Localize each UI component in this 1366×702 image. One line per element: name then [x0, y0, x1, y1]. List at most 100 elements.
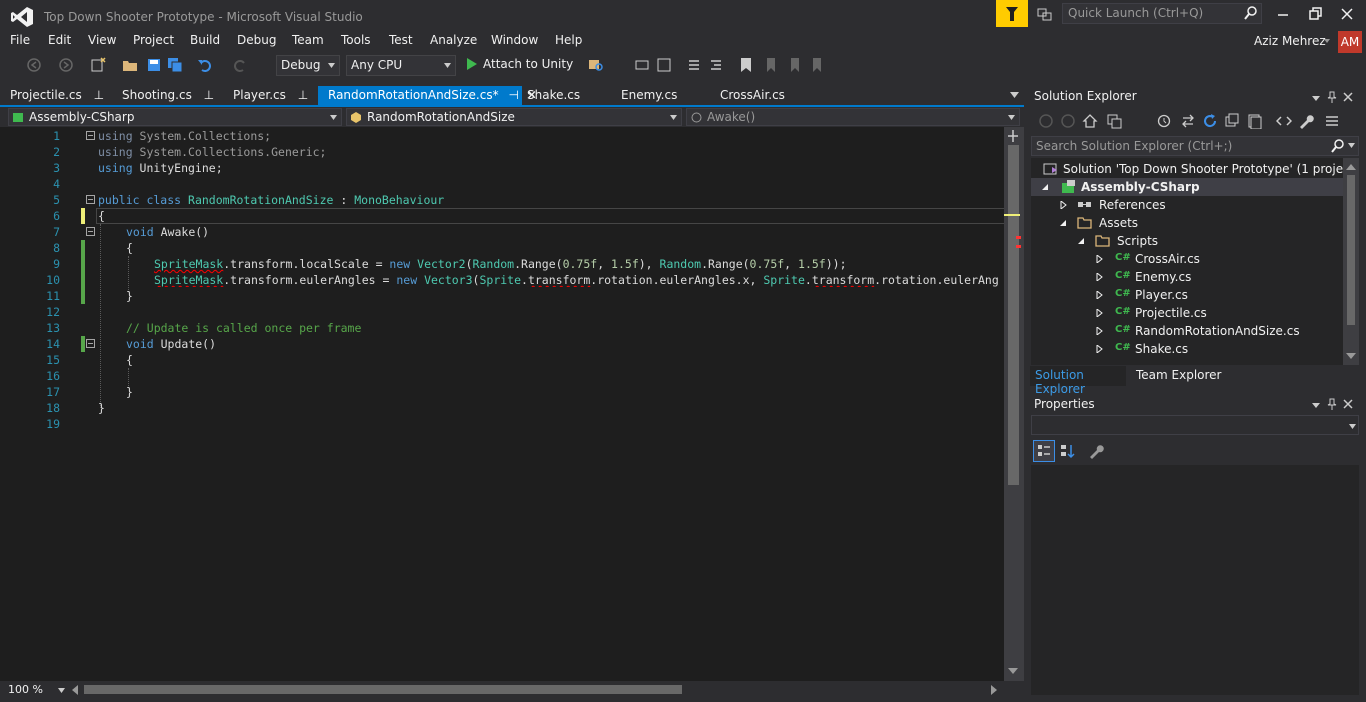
- chevron-down-icon[interactable]: [1349, 424, 1356, 429]
- chevron-up-icon[interactable]: [1346, 164, 1356, 170]
- solution-platform-select[interactable]: Any CPU: [346, 55, 456, 76]
- chevron-down-icon[interactable]: [1323, 37, 1331, 45]
- menu-analyze[interactable]: Analyze: [430, 33, 477, 47]
- sync-with-active-document-icon[interactable]: [1180, 113, 1196, 129]
- chevron-down-icon[interactable]: [1310, 92, 1322, 104]
- pin-icon[interactable]: ⊥: [204, 88, 214, 102]
- project-select[interactable]: Assembly-CSharp: [8, 108, 342, 126]
- step-into-icon[interactable]: [634, 57, 650, 73]
- chevron-right-icon[interactable]: [991, 685, 997, 695]
- tree-item-file[interactable]: C# RandomRotationAndSize.cs: [1031, 322, 1343, 340]
- menu-tools[interactable]: Tools: [341, 33, 371, 47]
- split-editor-icon[interactable]: [1006, 130, 1020, 142]
- save-all-icon[interactable]: [167, 57, 183, 73]
- pin-icon[interactable]: ⊥: [94, 88, 104, 102]
- chevron-down-icon[interactable]: [1346, 353, 1356, 359]
- undo-icon[interactable]: [197, 57, 213, 73]
- menu-debug[interactable]: Debug: [237, 33, 276, 47]
- tree-item-solution[interactable]: Solution 'Top Down Shooter Prototype' (1…: [1031, 160, 1343, 178]
- properties-object-select[interactable]: [1031, 415, 1359, 435]
- collapsed-arrow-icon[interactable]: [1095, 327, 1103, 335]
- menu-window[interactable]: Window: [491, 33, 538, 47]
- search-icon[interactable]: [1331, 139, 1345, 153]
- close-icon[interactable]: [1342, 398, 1354, 410]
- alphabetical-icon[interactable]: [1060, 443, 1076, 459]
- tab-shake[interactable]: Shake.cs: [517, 86, 590, 105]
- menu-project[interactable]: Project: [133, 33, 174, 47]
- tree-item-file[interactable]: C# Player.cs: [1031, 286, 1343, 304]
- chevron-down-icon[interactable]: [1310, 399, 1322, 411]
- pin-icon[interactable]: [1326, 398, 1338, 410]
- tree-item-references[interactable]: References: [1031, 196, 1343, 214]
- chevron-down-icon[interactable]: [1348, 143, 1355, 148]
- quick-launch-input[interactable]: Quick Launch (Ctrl+Q): [1062, 3, 1262, 24]
- solution-explorer-search-input[interactable]: Search Solution Explorer (Ctrl+;): [1031, 136, 1359, 156]
- save-icon[interactable]: [146, 57, 162, 73]
- new-project-icon[interactable]: [90, 57, 106, 73]
- tab-solution-explorer[interactable]: Solution Explorer: [1030, 366, 1126, 396]
- menu-build[interactable]: Build: [190, 33, 220, 47]
- expanded-arrow-icon[interactable]: [1041, 183, 1049, 191]
- collapsed-arrow-icon[interactable]: [1095, 309, 1103, 317]
- chevron-down-icon[interactable]: [1008, 668, 1018, 674]
- switch-views-icon[interactable]: [1106, 113, 1122, 129]
- tree-item-file[interactable]: C# Enemy.cs: [1031, 268, 1343, 286]
- pending-changes-filter-icon[interactable]: [1156, 113, 1172, 129]
- tab-crossair[interactable]: CrossAir.cs: [710, 86, 795, 105]
- home-icon[interactable]: [1082, 113, 1098, 129]
- categorized-button[interactable]: [1033, 440, 1055, 462]
- close-icon[interactable]: [1342, 91, 1354, 103]
- uncomment-lines-icon[interactable]: [708, 57, 724, 73]
- pin-icon[interactable]: ⊥: [298, 88, 308, 102]
- collapsed-arrow-icon[interactable]: [1095, 255, 1103, 263]
- tree-item-scripts[interactable]: Scripts: [1031, 232, 1343, 250]
- bookmark-icon[interactable]: [738, 57, 754, 73]
- tree-item-project[interactable]: Assembly-CSharp: [1031, 178, 1343, 196]
- tab-shooting[interactable]: Shooting.cs ⊥: [112, 86, 224, 105]
- menu-edit[interactable]: Edit: [48, 33, 71, 47]
- tree-item-file[interactable]: C# Projectile.cs: [1031, 304, 1343, 322]
- navigate-forward-icon[interactable]: [58, 57, 74, 73]
- properties-wrench-icon[interactable]: [1298, 113, 1314, 129]
- refresh-icon[interactable]: [1202, 113, 1218, 129]
- find-in-files-icon[interactable]: [588, 57, 604, 73]
- tab-random-rotation-and-size[interactable]: RandomRotationAndSize.cs* ⊣ ✕: [318, 86, 537, 105]
- collapse-region-icon[interactable]: [86, 131, 95, 140]
- solution-configuration-select[interactable]: Debug: [276, 55, 340, 76]
- show-all-files-icon[interactable]: [1246, 113, 1262, 129]
- feedback-icon[interactable]: [1037, 6, 1053, 22]
- comment-lines-icon[interactable]: [686, 57, 702, 73]
- forward-icon[interactable]: [1060, 113, 1076, 129]
- collapse-region-icon[interactable]: [86, 339, 95, 348]
- collapsed-arrow-icon[interactable]: [1059, 201, 1067, 209]
- chevron-left-icon[interactable]: [72, 685, 78, 695]
- next-bookmark-icon[interactable]: [786, 57, 802, 73]
- avatar[interactable]: AM: [1338, 31, 1362, 53]
- tree-item-assets[interactable]: Assets: [1031, 214, 1343, 232]
- preview-icon[interactable]: [1324, 113, 1340, 129]
- property-pages-wrench-icon[interactable]: [1088, 443, 1104, 459]
- restore-icon[interactable]: [1307, 6, 1323, 22]
- previous-bookmark-icon[interactable]: [762, 57, 778, 73]
- member-select[interactable]: Awake(): [686, 108, 1020, 126]
- collapsed-arrow-icon[interactable]: [1095, 291, 1103, 299]
- pin-icon[interactable]: [1326, 91, 1338, 103]
- back-icon[interactable]: [1038, 113, 1054, 129]
- horizontal-scrollbar-thumb[interactable]: [84, 685, 682, 694]
- expanded-arrow-icon[interactable]: [1059, 219, 1067, 227]
- navigate-back-icon[interactable]: [26, 57, 42, 73]
- minimize-icon[interactable]: [1275, 6, 1291, 22]
- collapse-all-icon[interactable]: [1224, 113, 1240, 129]
- tree-item-file[interactable]: C# Shake.cs: [1031, 340, 1343, 358]
- type-select[interactable]: RandomRotationAndSize: [346, 108, 682, 126]
- menu-team[interactable]: Team: [292, 33, 324, 47]
- redo-icon[interactable]: [232, 57, 248, 73]
- tab-projectile[interactable]: Projectile.cs ⊥: [0, 86, 114, 105]
- close-icon[interactable]: [1339, 6, 1355, 22]
- attach-to-unity-button[interactable]: Attach to Unity: [483, 57, 573, 71]
- chevron-down-icon[interactable]: [1010, 92, 1019, 98]
- play-icon[interactable]: [466, 58, 478, 70]
- chevron-down-icon[interactable]: [58, 688, 65, 693]
- collapsed-arrow-icon[interactable]: [1095, 345, 1103, 353]
- menu-help[interactable]: Help: [555, 33, 582, 47]
